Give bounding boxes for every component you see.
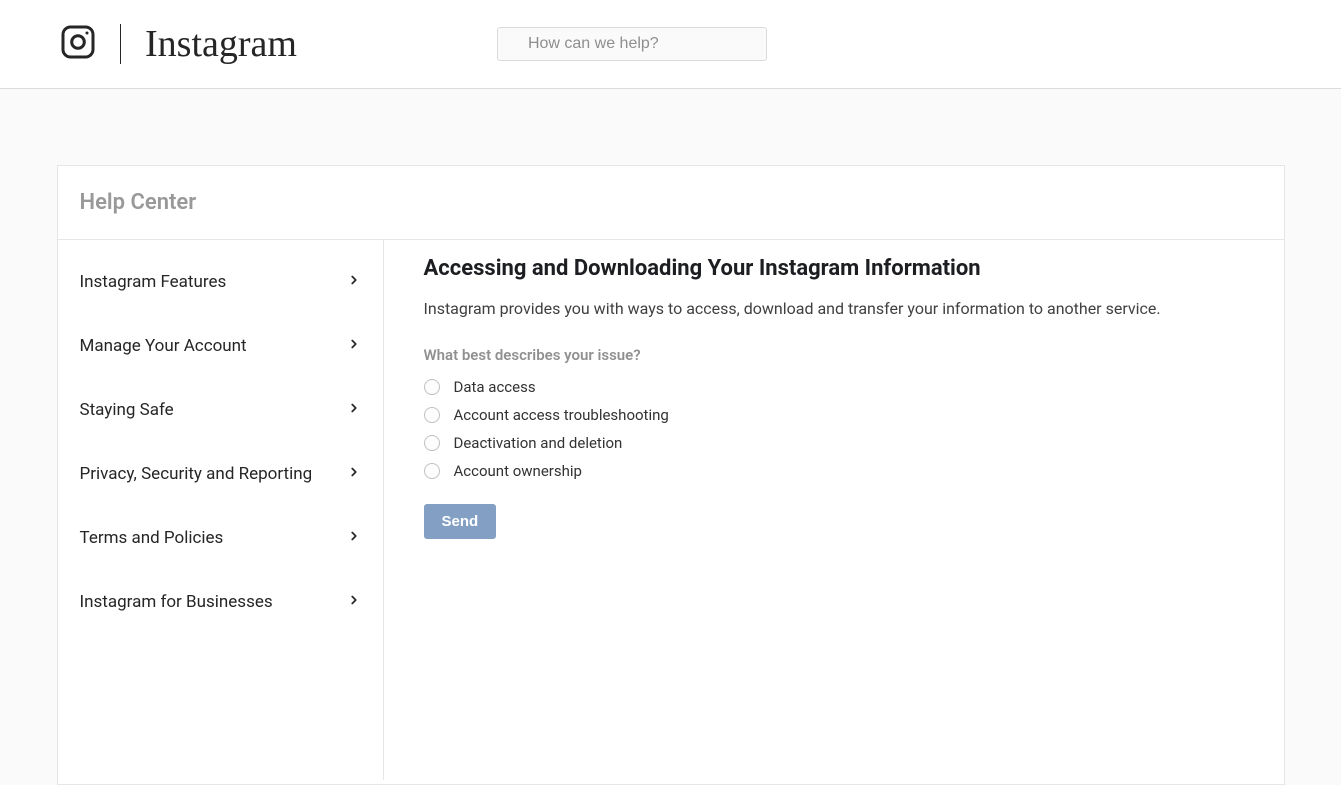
sidebar-item-label: Staying Safe (80, 400, 174, 420)
option-data-access[interactable]: Data access (424, 378, 1244, 396)
main-content: Accessing and Downloading Your Instagram… (384, 240, 1284, 780)
chevron-right-icon (347, 592, 361, 612)
sidebar: Instagram Features Manage Your Account S… (58, 240, 384, 780)
chevron-right-icon (347, 400, 361, 420)
option-label: Account access troubleshooting (454, 406, 669, 424)
radio-icon (424, 463, 440, 479)
search-wrap (497, 27, 767, 61)
logo-group[interactable]: Instagram (60, 22, 297, 66)
sidebar-item-label: Instagram for Businesses (80, 592, 273, 612)
sidebar-item-label: Privacy, Security and Reporting (80, 464, 313, 484)
option-label: Deactivation and deletion (454, 434, 623, 452)
option-account-access-troubleshooting[interactable]: Account access troubleshooting (424, 406, 1244, 424)
chevron-right-icon (347, 528, 361, 548)
article-intro: Instagram provides you with ways to acce… (424, 299, 1244, 318)
help-center-title: Help Center (80, 190, 1262, 215)
sidebar-item-businesses[interactable]: Instagram for Businesses (58, 570, 383, 634)
send-button[interactable]: Send (424, 504, 497, 539)
logo-divider (120, 24, 121, 64)
sidebar-item-manage-account[interactable]: Manage Your Account (58, 314, 383, 378)
page-card: Help Center Instagram Features Manage Yo… (57, 165, 1285, 785)
sidebar-item-label: Instagram Features (80, 272, 227, 292)
instagram-glyph-icon (60, 24, 96, 64)
option-account-ownership[interactable]: Account ownership (424, 462, 1244, 480)
sidebar-item-staying-safe[interactable]: Staying Safe (58, 378, 383, 442)
top-bar: Instagram (0, 0, 1341, 89)
option-label: Account ownership (454, 462, 582, 480)
chevron-right-icon (347, 336, 361, 356)
issue-question: What best describes your issue? (424, 346, 1244, 364)
sidebar-item-privacy-security[interactable]: Privacy, Security and Reporting (58, 442, 383, 506)
article-title: Accessing and Downloading Your Instagram… (424, 256, 1244, 281)
chevron-right-icon (347, 464, 361, 484)
radio-icon (424, 435, 440, 451)
help-center-header: Help Center (58, 166, 1284, 240)
radio-icon (424, 379, 440, 395)
sidebar-item-terms-policies[interactable]: Terms and Policies (58, 506, 383, 570)
sidebar-item-label: Manage Your Account (80, 336, 247, 356)
option-deactivation-deletion[interactable]: Deactivation and deletion (424, 434, 1244, 452)
option-label: Data access (454, 378, 536, 396)
chevron-right-icon (347, 272, 361, 292)
sidebar-item-label: Terms and Policies (80, 528, 224, 548)
brand-wordmark: Instagram (145, 22, 297, 66)
radio-icon (424, 407, 440, 423)
search-input[interactable] (497, 27, 767, 61)
sidebar-item-features[interactable]: Instagram Features (58, 250, 383, 314)
